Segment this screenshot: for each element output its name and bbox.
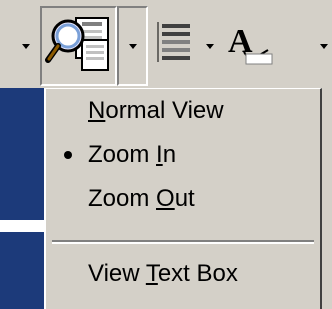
- font-color-dropdown-icon[interactable]: [320, 44, 328, 49]
- zoom-dropdown-menu: Normal View Zoom In Zoom Out View Text B…: [44, 88, 322, 309]
- menu-item-label: Zoom Out: [88, 185, 195, 212]
- checked-bullet-icon: [64, 151, 72, 159]
- menu-item-zoom-in[interactable]: Zoom In: [46, 135, 320, 175]
- menu-item-view-text-box[interactable]: View Text Box: [46, 254, 320, 294]
- document-area-strip: [0, 220, 44, 232]
- view-zoom-button[interactable]: [40, 6, 117, 86]
- menu-item-label: Zoom In: [88, 141, 177, 168]
- font-color-icon[interactable]: A: [222, 18, 278, 70]
- print-preview-magnifier-icon: [45, 17, 109, 71]
- menu-item-label: Normal View: [88, 97, 224, 124]
- toolbar-left-arrow-icon[interactable]: [22, 44, 30, 49]
- menu-separator: [52, 240, 314, 244]
- view-zoom-dropdown-button[interactable]: [117, 6, 148, 86]
- document-right-edge: [322, 88, 332, 309]
- menu-item-normal-view[interactable]: Normal View: [46, 91, 320, 131]
- chevron-down-icon: [129, 44, 137, 49]
- menu-item-label: View Text Box: [88, 260, 238, 287]
- line-spacing-dropdown-icon[interactable]: [206, 44, 214, 49]
- document-area: [0, 88, 44, 309]
- toolbar: A: [0, 0, 332, 88]
- menu-item-zoom-out[interactable]: Zoom Out: [46, 179, 320, 219]
- line-spacing-icon[interactable]: [156, 18, 206, 68]
